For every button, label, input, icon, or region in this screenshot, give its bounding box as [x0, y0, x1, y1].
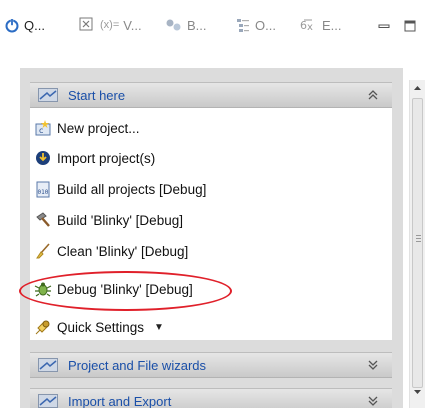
vertical-scrollbar[interactable]: [409, 80, 425, 408]
tab-label: Q...: [24, 17, 45, 33]
section-title: Import and Export: [68, 393, 172, 408]
item-label: Debug 'Blinky' [Debug]: [57, 281, 193, 297]
item-label: New project...: [57, 120, 140, 136]
hammer-icon: [36, 212, 50, 227]
tab-label: B...: [187, 17, 207, 33]
scroll-down-icon[interactable]: [410, 383, 425, 400]
minimize-icon[interactable]: [378, 20, 390, 32]
maximize-icon[interactable]: [404, 20, 416, 32]
clean-blinky-link[interactable]: Clean 'Blinky' [Debug]: [34, 240, 188, 262]
tab-label: E...: [322, 17, 342, 33]
section-title: Start here: [68, 87, 126, 103]
item-label: Clean 'Blinky' [Debug]: [57, 243, 189, 259]
expand-icon[interactable]: [366, 394, 380, 408]
outline-icon: [237, 19, 249, 32]
view-tab-bar: Q... (x)= V... B... O... 6 x E...: [0, 0, 431, 48]
scrollbar-thumb[interactable]: [412, 98, 423, 388]
grip-icon: [416, 235, 421, 242]
section-icon: [38, 394, 58, 408]
collapse-icon[interactable]: [366, 88, 380, 102]
import-project-link[interactable]: Import project(s): [34, 147, 155, 169]
breakpoints-icon: [166, 19, 181, 31]
section-icon: [38, 88, 58, 102]
build-all-icon: 010: [36, 181, 50, 198]
section-icon: [38, 358, 58, 372]
build-all-link[interactable]: 010 Build all projects [Debug]: [34, 178, 206, 200]
quick-settings-menu[interactable]: Quick Settings ▼: [34, 316, 164, 338]
new-project-link[interactable]: c New project...: [34, 117, 140, 139]
tab-expressions[interactable]: 6 x E...: [300, 14, 342, 36]
item-label: Quick Settings: [57, 319, 145, 335]
section-header-start-here[interactable]: Start here: [30, 82, 392, 108]
svg-text:x: x: [307, 22, 313, 33]
scroll-up-icon[interactable]: [410, 80, 425, 97]
close-icon[interactable]: [78, 16, 94, 32]
section-header-project-wizards[interactable]: Project and File wizards: [30, 352, 392, 378]
section-title: Project and File wizards: [68, 357, 206, 373]
item-label: Build all projects [Debug]: [57, 181, 207, 197]
power-icon: [5, 18, 19, 33]
tab-breakpoints[interactable]: B...: [165, 14, 207, 36]
tab-variables[interactable]: (x)= V...: [100, 14, 142, 36]
expressions-icon: 6 x: [300, 19, 313, 33]
settings-icon: [35, 320, 50, 335]
import-icon: [36, 151, 50, 165]
debug-blinky-link[interactable]: Debug 'Blinky' [Debug]: [34, 278, 193, 300]
tab-quickstart[interactable]: Q...: [4, 14, 45, 36]
variables-icon: (x)=: [100, 19, 120, 31]
tab-label: O...: [255, 17, 276, 33]
tab-outline[interactable]: O...: [235, 14, 276, 36]
item-label: Import project(s): [57, 150, 156, 166]
section-header-import-export[interactable]: Import and Export: [30, 388, 392, 408]
expand-icon[interactable]: [366, 358, 380, 372]
new-project-icon: c: [35, 120, 51, 136]
dropdown-arrow-icon[interactable]: ▼: [154, 322, 164, 333]
build-blinky-link[interactable]: Build 'Blinky' [Debug]: [34, 209, 183, 231]
broom-icon: [36, 243, 50, 259]
item-label: Build 'Blinky' [Debug]: [57, 212, 183, 228]
quickstart-view: Q... (x)= V... B... O... 6 x E... Start …: [0, 0, 431, 408]
svg-text:6: 6: [300, 19, 307, 32]
tab-label: V...: [123, 17, 142, 33]
bug-icon: [34, 282, 52, 297]
svg-text:010: 010: [38, 189, 49, 196]
